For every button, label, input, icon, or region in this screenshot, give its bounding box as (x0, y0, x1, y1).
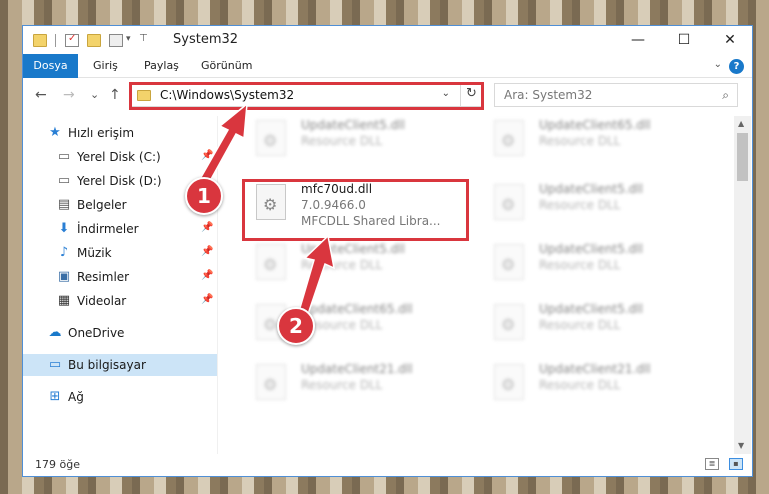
callout-badge-2: 2 (277, 307, 315, 345)
callout-arrows (194, 102, 336, 321)
callout-badge-1: 1 (185, 177, 223, 215)
